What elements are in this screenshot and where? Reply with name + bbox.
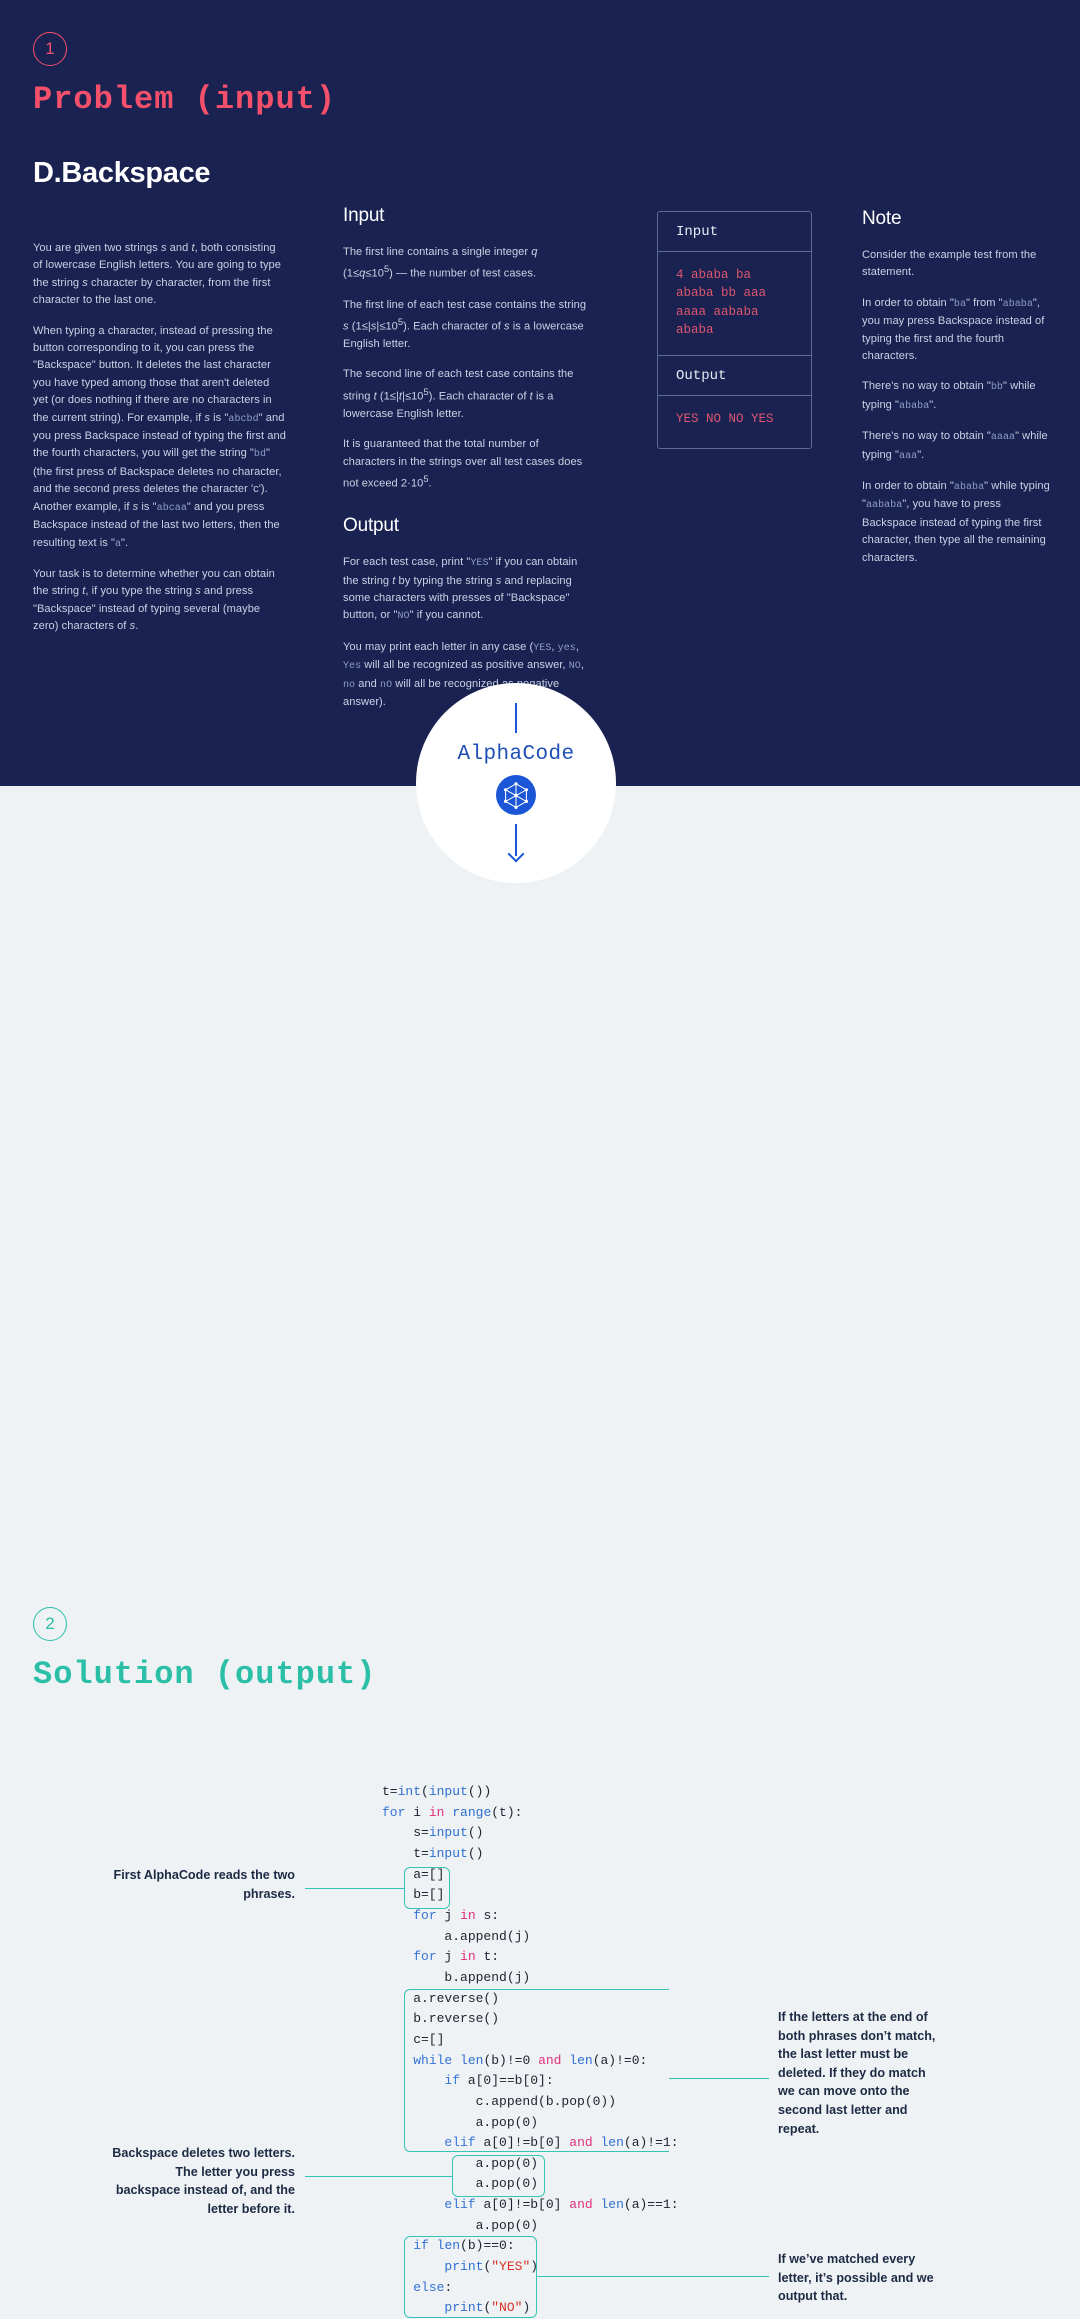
annotation-read-phrases: First AlphaCode reads the two phrases. bbox=[113, 1868, 295, 1901]
alphacode-badge: AlphaCode bbox=[416, 683, 616, 883]
problem-section-title: Problem (input) bbox=[33, 81, 337, 118]
example-output-label: Output bbox=[658, 356, 811, 397]
step-badge-1: 1 bbox=[33, 32, 67, 66]
step-badge-2: 2 bbox=[33, 1607, 67, 1641]
example-input-label: Input bbox=[658, 212, 811, 252]
input-output-spec-column: Input The first line contains a single i… bbox=[343, 205, 588, 711]
problem-statement-column: You are given two strings s and t, both … bbox=[33, 240, 287, 636]
solution-section-title: Solution (output) bbox=[33, 1656, 377, 1693]
annotation-matched-output: If we’ve matched every letter, it’s poss… bbox=[778, 2252, 934, 2304]
problem-section: 1 Problem (input) D.Backspace You are gi… bbox=[0, 0, 1080, 786]
solution-section: 2 Solution (output) t=int(input()) for i… bbox=[0, 786, 1080, 2318]
input-paragraph: The second line of each test case contai… bbox=[343, 368, 574, 420]
annotation-connector-line bbox=[669, 2078, 769, 2080]
alphacode-stem-line bbox=[514, 702, 518, 733]
problem-section-header: 1 Problem (input) bbox=[33, 32, 336, 118]
example-output-data: YES NO NO YES bbox=[676, 412, 774, 427]
note-paragraph: Consider the example test from the state… bbox=[862, 249, 1037, 279]
solution-section-header: 2 Solution (output) bbox=[33, 1607, 376, 1693]
statement-paragraph: You are given two strings s and t, both … bbox=[33, 242, 281, 307]
statement-paragraph: When typing a character, instead of pres… bbox=[33, 324, 286, 550]
note-paragraph: There's no way to obtain "aaaa" while ty… bbox=[862, 430, 1048, 462]
statement-paragraph: Your task is to determine whether you ca… bbox=[33, 567, 275, 633]
input-heading: Input bbox=[343, 205, 385, 226]
alphacode-label: AlphaCode bbox=[457, 742, 575, 766]
input-paragraph: The first line of each test case contain… bbox=[343, 298, 587, 351]
example-input-data: 4 ababa ba ababa bb aaa aaaa aababa abab… bbox=[676, 268, 767, 337]
annotation-backspace-deletes: Backspace deletes two letters. The lette… bbox=[112, 2146, 295, 2216]
page-title: D.Backspace bbox=[33, 157, 211, 189]
solution-code-block: t=int(input()) for i in range(t): s=inpu… bbox=[382, 1784, 679, 2316]
note-paragraph: In order to obtain "ba" from "ababa", yo… bbox=[862, 296, 1045, 363]
input-paragraph: The first line contains a single integer… bbox=[343, 246, 538, 281]
note-paragraph: In order to obtain "ababa" while typing … bbox=[862, 480, 1050, 564]
note-heading: Note bbox=[862, 208, 902, 229]
note-paragraph: There's no way to obtain "bb" while typi… bbox=[862, 380, 1036, 412]
down-arrow-icon bbox=[507, 823, 525, 864]
output-heading: Output bbox=[343, 515, 399, 537]
note-column: Note Consider the example test from the … bbox=[862, 208, 1052, 567]
alphacode-logo-icon bbox=[496, 774, 536, 815]
output-paragraph: For each test case, print "YES" if you c… bbox=[343, 556, 578, 623]
annotation-compare-letters: If the letters at the end of both phrase… bbox=[778, 2010, 936, 2136]
input-paragraph: It is guaranteed that the total number o… bbox=[343, 438, 583, 490]
example-io-box: Input 4 ababa ba ababa bb aaa aaaa aabab… bbox=[657, 211, 812, 450]
